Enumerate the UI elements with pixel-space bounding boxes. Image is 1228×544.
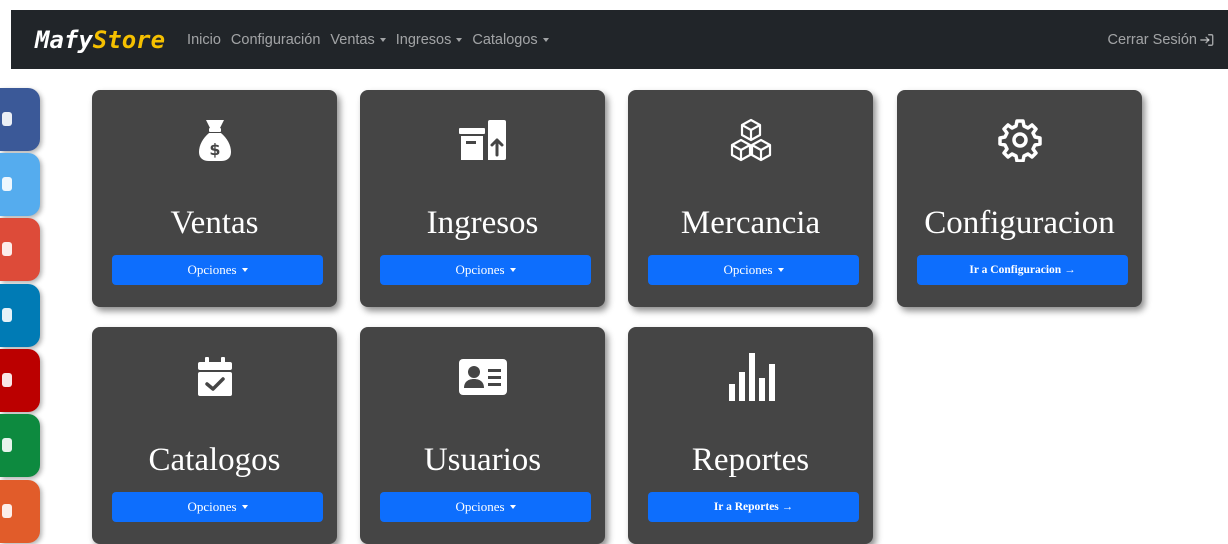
catalogos-options-label: Opciones xyxy=(187,499,237,514)
whatsapp-share-button[interactable] xyxy=(0,414,40,477)
nav-ventas-label: Ventas xyxy=(330,31,375,48)
caret-down-icon xyxy=(456,37,463,42)
box-upload-icon xyxy=(360,116,605,164)
nav-menu: Inicio Configuración Ventas Ingresos Cat… xyxy=(187,32,559,48)
usuarios-options-button[interactable]: Opciones xyxy=(380,492,591,522)
card-catalogos-title: Catalogos xyxy=(148,442,281,478)
card-ingresos: Ingresos Opciones xyxy=(360,90,605,307)
twitter-icon xyxy=(2,177,12,191)
mercancia-options-button[interactable]: Opciones xyxy=(648,255,859,285)
brand-text-part-2: Store xyxy=(92,25,166,54)
google-icon xyxy=(2,242,12,256)
nav-ingresos-label: Ingresos xyxy=(395,31,452,48)
svg-text:$: $ xyxy=(209,140,220,159)
twitter-share-button[interactable] xyxy=(0,153,40,216)
caret-down-icon xyxy=(379,37,386,42)
youtube-icon xyxy=(2,373,12,387)
caret-down-icon xyxy=(241,505,248,509)
card-ingresos-title: Ingresos xyxy=(426,205,539,241)
card-configuracion: Configuracion Ir a Configuracion → xyxy=(897,90,1142,307)
brand-text-part-1: Mafy xyxy=(35,25,93,54)
linkedin-share-button[interactable] xyxy=(0,284,40,347)
instagram-icon xyxy=(2,504,12,518)
ir-a-reportes-button[interactable]: Ir a Reportes → xyxy=(648,492,859,522)
card-mercancia-title: Mercancia xyxy=(680,205,821,241)
ventas-options-button[interactable]: Opciones xyxy=(112,255,323,285)
card-catalogos: Catalogos Opciones xyxy=(92,327,337,544)
card-mercancia: Mercancia Opciones xyxy=(628,90,873,307)
id-card-icon xyxy=(360,353,605,401)
caret-down-icon xyxy=(509,268,516,272)
nav-ventas-dropdown[interactable]: Ventas xyxy=(330,31,386,48)
nav-inicio-label: Inicio xyxy=(187,31,221,48)
card-ventas: $ Ventas Opciones xyxy=(92,90,337,307)
google-share-button[interactable] xyxy=(0,218,40,281)
mercancia-options-label: Opciones xyxy=(723,262,773,277)
cubes-icon xyxy=(628,116,873,164)
ir-a-reportes-label: Ir a Reportes → xyxy=(713,501,794,513)
ir-a-configuracion-label: Ir a Configuracion → xyxy=(969,264,1076,276)
facebook-icon xyxy=(2,112,12,126)
gear-icon xyxy=(897,116,1142,164)
card-configuracion-title: Configuracion xyxy=(924,205,1115,241)
card-reportes: Reportes Ir a Reportes → xyxy=(628,327,873,544)
nav-ingresos-dropdown[interactable]: Ingresos xyxy=(396,32,463,48)
top-navbar: MafyStore Inicio Configuración Ventas In… xyxy=(11,10,1228,69)
card-usuarios: Usuarios Opciones xyxy=(360,327,605,544)
card-ventas-title: Ventas xyxy=(170,205,259,241)
logout-label: Cerrar Sesión xyxy=(1107,31,1197,48)
linkedin-icon xyxy=(2,308,12,322)
youtube-share-button[interactable] xyxy=(0,349,40,412)
nav-catalogos-dropdown[interactable]: Catalogos xyxy=(472,31,549,48)
money-bag-icon: $ xyxy=(92,116,337,164)
nav-configuracion-label: Configuración xyxy=(230,31,321,48)
caret-down-icon xyxy=(509,505,516,509)
brand-logo[interactable]: MafyStore xyxy=(35,28,165,52)
card-reportes-title: Reportes xyxy=(691,442,810,478)
ventas-options-label: Opciones xyxy=(187,262,237,277)
usuarios-options-label: Opciones xyxy=(455,499,505,514)
nav-inicio[interactable]: Inicio xyxy=(187,32,221,48)
card-usuarios-title: Usuarios xyxy=(423,442,542,478)
caret-down-icon xyxy=(241,268,248,272)
nav-configuracion[interactable]: Configuración xyxy=(231,32,320,48)
calendar-check-icon xyxy=(92,353,337,401)
sign-out-icon xyxy=(1200,33,1214,46)
ingresos-options-label: Opciones xyxy=(455,262,505,277)
instagram-share-button[interactable] xyxy=(0,480,40,543)
caret-down-icon xyxy=(542,37,549,42)
facebook-share-button[interactable] xyxy=(0,88,40,151)
logout-link[interactable]: Cerrar Sesión xyxy=(1108,32,1214,48)
bar-chart-icon xyxy=(628,353,873,401)
ingresos-options-button[interactable]: Opciones xyxy=(380,255,591,285)
ir-a-configuracion-button[interactable]: Ir a Configuracion → xyxy=(917,255,1128,285)
whatsapp-icon xyxy=(2,438,12,452)
caret-down-icon xyxy=(777,268,784,272)
catalogos-options-button[interactable]: Opciones xyxy=(112,492,323,522)
nav-catalogos-label: Catalogos xyxy=(472,31,538,48)
